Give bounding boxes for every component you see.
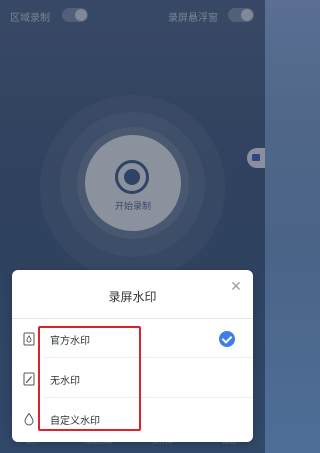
sheet-title: 录屏水印 <box>108 290 157 304</box>
highlight-box <box>38 326 141 431</box>
check-icon <box>219 331 235 347</box>
watermark-icon <box>23 332 35 346</box>
drop-icon <box>24 412 34 426</box>
divider <box>12 318 253 319</box>
edit-icon <box>23 372 35 386</box>
close-icon[interactable]: ✕ <box>229 280 243 294</box>
